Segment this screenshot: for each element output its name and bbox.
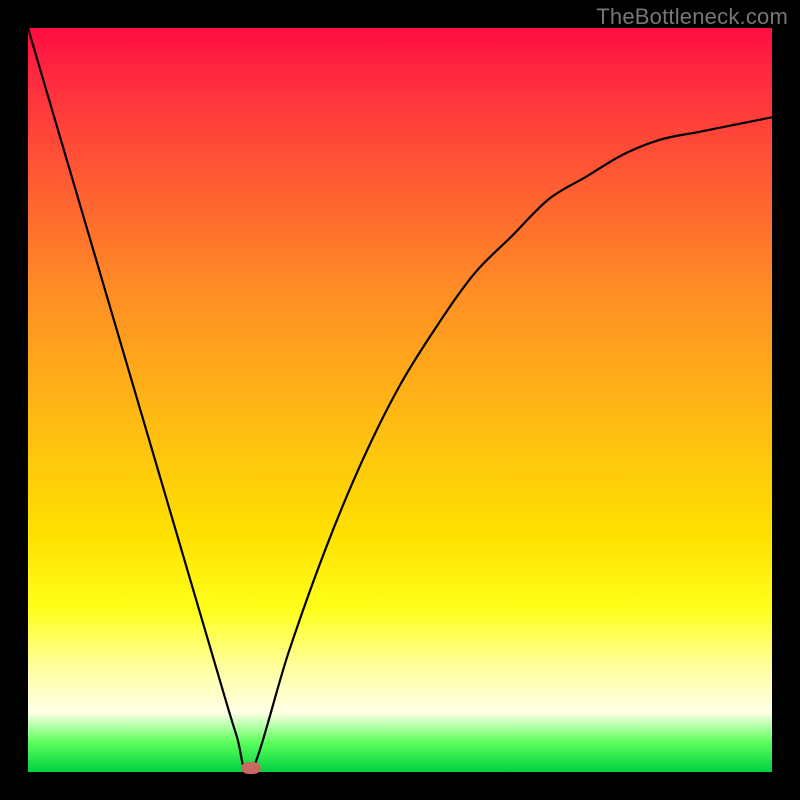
optimal-point-marker — [241, 762, 261, 774]
watermark-text: TheBottleneck.com — [596, 4, 788, 30]
bottleneck-curve — [28, 28, 772, 772]
plot-area — [28, 28, 772, 772]
